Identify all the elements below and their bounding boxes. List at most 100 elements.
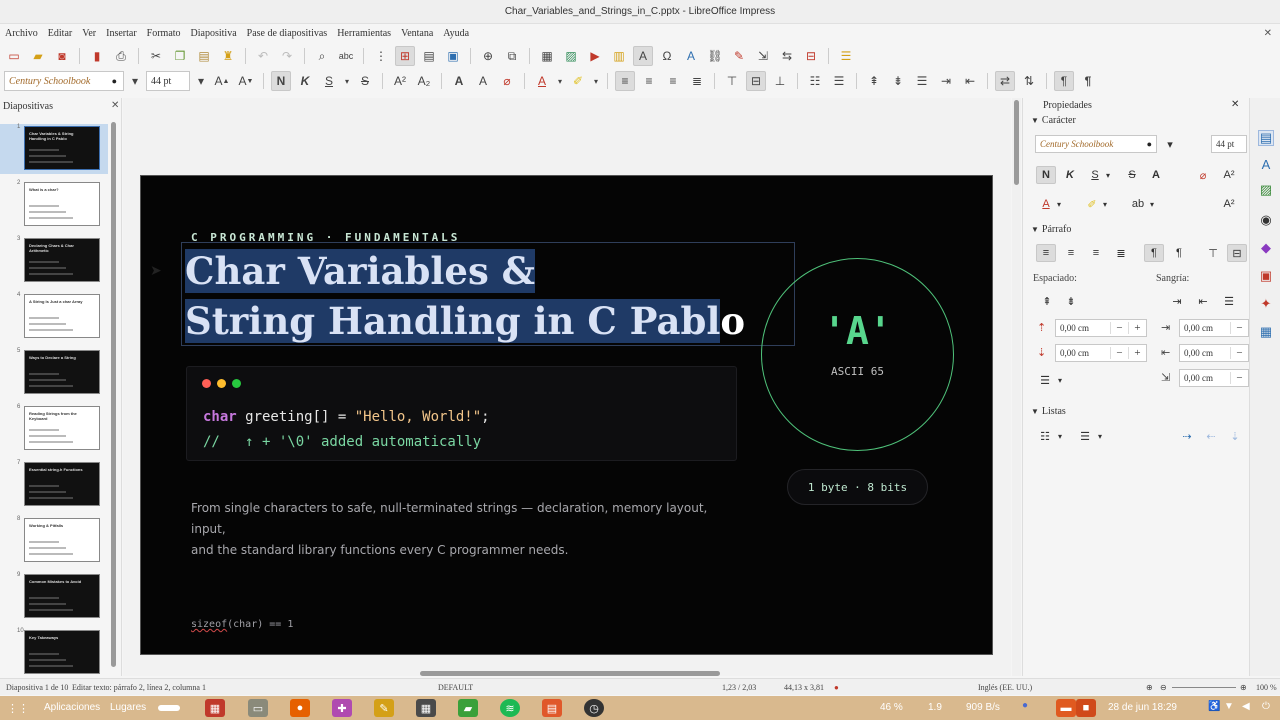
slide-thumbnail[interactable]: 5 Ways to Declare a String <box>0 348 108 398</box>
line-spacing-icon[interactable]: ☰ <box>1035 371 1055 389</box>
increase-indent-icon[interactable]: ⇥ <box>1167 292 1187 310</box>
prop-valign-middle-icon[interactable]: ⊟ <box>1227 244 1247 262</box>
grid-icon[interactable]: ⋮ <box>371 46 391 66</box>
undo-icon[interactable]: ↶ <box>253 46 273 66</box>
increase-spacing-icon[interactable]: ⇞ <box>864 71 884 91</box>
horizontal-scrollbar[interactable] <box>420 671 720 676</box>
accessibility-icon[interactable]: ♿ <box>1208 701 1220 712</box>
text-editor-icon[interactable]: ✎ <box>374 699 394 717</box>
decrease-para-spacing-icon[interactable]: ⇟ <box>1061 292 1081 310</box>
export-pdf-icon[interactable]: ▮ <box>87 46 107 66</box>
green-folder-icon[interactable]: ▰ <box>458 699 478 717</box>
menu-ayuda[interactable]: Ayuda <box>443 28 469 39</box>
slide-thumbnail[interactable]: 10 Key Takeaways <box>0 628 108 678</box>
increase-indent-icon[interactable]: ⇥ <box>936 71 956 91</box>
font-name-dropdown-icon[interactable]: ▾ <box>128 71 142 91</box>
prop-rtl-icon[interactable]: ¶ <box>1169 244 1189 262</box>
spotify-icon[interactable]: ≋ <box>500 699 520 717</box>
formatting-marks-icon[interactable]: ¶ <box>1078 71 1098 91</box>
table-icon[interactable]: ▦ <box>537 46 557 66</box>
prop-char-spacing-icon[interactable]: ab <box>1128 195 1148 213</box>
prop-justify-icon[interactable]: ≣ <box>1111 244 1131 262</box>
above-spacing-field[interactable]: 0,00 cm − + <box>1055 319 1147 337</box>
slide-thumbnail[interactable]: 9 Common Mistakes to Avoid <box>0 572 108 622</box>
print-icon[interactable]: ⎙ <box>111 46 131 66</box>
new-icon[interactable]: ▭ <box>4 46 24 66</box>
slide-canvas[interactable]: C PROGRAMMING · FUNDAMENTALS Char Variab… <box>140 175 993 655</box>
shadow-icon[interactable]: A <box>449 71 469 91</box>
menu-archivo[interactable]: Archivo <box>5 28 38 39</box>
animation-deck-icon[interactable]: ✦ <box>1258 296 1274 312</box>
new-slide-icon[interactable]: ⊕ <box>478 46 498 66</box>
slide-thumbnail[interactable]: 2 What is a char? <box>0 180 108 230</box>
clock[interactable]: 28 de jun 18:29 <box>1108 702 1177 713</box>
minus-icon[interactable]: − <box>1110 347 1128 359</box>
highlight-icon[interactable]: ✐ <box>568 71 588 91</box>
slide-thumbnail[interactable]: 4 A String Is Just a char Array <box>0 292 108 342</box>
align-bottom-icon[interactable]: ⊥ <box>770 71 790 91</box>
workspace-indicator[interactable] <box>158 705 180 711</box>
prop-clear-format-icon[interactable]: ⌀ <box>1193 166 1213 184</box>
places-menu[interactable]: Lugares <box>110 702 146 713</box>
prop-font-name[interactable]: Century Schoolbook ● <box>1035 135 1157 153</box>
applications-menu[interactable]: Aplicaciones <box>44 702 100 713</box>
display-views-icon[interactable]: ▤ <box>419 46 439 66</box>
promote-icon[interactable]: ⇠ <box>1201 427 1221 445</box>
minus-icon[interactable]: − <box>1230 347 1248 359</box>
image-icon[interactable]: ▨ <box>561 46 581 66</box>
prop-align-right-icon[interactable]: ≡ <box>1086 244 1106 262</box>
power-icon[interactable]: ⏻ <box>1262 701 1270 712</box>
plus-icon[interactable]: + <box>1128 347 1146 359</box>
clock-app-icon[interactable]: ◷ <box>584 699 604 717</box>
numbered-list-icon[interactable]: ☰ <box>1075 427 1095 445</box>
menu-ver[interactable]: Ver <box>82 28 96 39</box>
files-icon[interactable]: ▭ <box>248 699 268 717</box>
minus-icon[interactable]: − <box>1110 322 1128 334</box>
paragraph-marks-icon[interactable]: ¶ <box>1054 71 1074 91</box>
network-speed[interactable]: 909 B/s <box>966 702 1000 713</box>
vertical-scrollbar[interactable] <box>1012 98 1021 676</box>
prop-strike-button[interactable]: S <box>1122 166 1142 184</box>
prop-font-color-icon[interactable]: A <box>1036 195 1056 213</box>
prop-underline-button[interactable]: S <box>1085 166 1105 184</box>
shapes-deck-icon[interactable]: ◆ <box>1258 240 1274 256</box>
find-replace-icon[interactable]: ⌕ <box>312 46 332 66</box>
bold-button[interactable]: N <box>271 71 291 91</box>
prop-font-size[interactable]: 44 pt <box>1211 135 1247 153</box>
vertical-text-icon[interactable]: ⇅ <box>1019 71 1039 91</box>
prop-align-left-icon[interactable]: ≡ <box>1036 244 1056 262</box>
app-grid-icon[interactable]: ⋮⋮ <box>7 699 29 717</box>
font-size-box[interactable]: 44 pt <box>146 71 190 91</box>
prop-font-color-dropdown-icon[interactable]: ▾ <box>1054 195 1064 213</box>
shrink-font-icon[interactable]: A ▼ <box>236 71 256 91</box>
slide-thumbnail[interactable]: 7 Essential string.h Functions <box>0 460 108 510</box>
calculator-icon[interactable]: ▦ <box>416 699 436 717</box>
zoom-slider[interactable] <box>1172 687 1236 688</box>
line-spacing-dropdown-icon[interactable]: ▾ <box>1055 371 1065 389</box>
prop-shrink-font-icon[interactable]: A² <box>1219 195 1239 213</box>
prop-highlight-dropdown-icon[interactable]: ▾ <box>1100 195 1110 213</box>
section-caracter[interactable]: ▼ Carácter <box>1031 115 1076 126</box>
menu-insertar[interactable]: Insertar <box>106 28 137 39</box>
slide-thumbnail[interactable]: 6 Reading Strings from the Keyboard <box>0 404 108 454</box>
subscript-icon[interactable]: A₂ <box>414 71 434 91</box>
before-indent-field[interactable]: 0,00 cm − <box>1179 319 1249 337</box>
menu-herramientas[interactable]: Herramientas <box>337 28 391 39</box>
below-spacing-field[interactable]: 0,00 cm − + <box>1055 344 1147 362</box>
slide-thumbnail[interactable]: 3 Declaring Chars & Char Arithmetic <box>0 236 108 286</box>
menu-pase[interactable]: Pase de diapositivas <box>247 28 328 39</box>
justify-icon[interactable]: ≣ <box>687 71 707 91</box>
align-center-icon[interactable]: ≡ <box>639 71 659 91</box>
prop-italic-button[interactable]: K <box>1060 166 1080 184</box>
helplines-icon[interactable]: ⊞ <box>395 46 415 66</box>
calendar-icon[interactable]: ▦ <box>205 699 225 717</box>
software-icon[interactable]: ✚ <box>332 699 352 717</box>
prop-highlight-icon[interactable]: ✐ <box>1082 195 1102 213</box>
paste-icon[interactable]: ▤ <box>194 46 214 66</box>
align-right-icon[interactable]: ≡ <box>663 71 683 91</box>
record-icon[interactable]: ■ <box>1076 699 1096 717</box>
prop-char-spacing-dropdown-icon[interactable]: ▾ <box>1147 195 1157 213</box>
numbered-list-dropdown-icon[interactable]: ▾ <box>1095 427 1105 445</box>
first-line-indent-field[interactable]: 0,00 cm − <box>1179 369 1249 387</box>
menu-diapositiva[interactable]: Diapositiva <box>191 28 237 39</box>
